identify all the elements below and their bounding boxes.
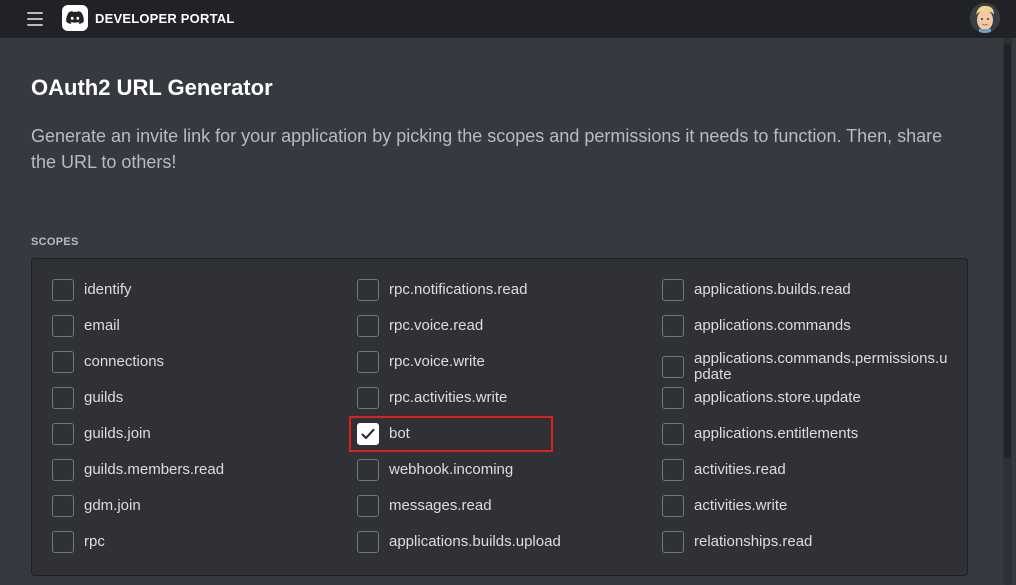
scope-label: bot — [389, 425, 410, 442]
scope-option[interactable]: connections — [52, 351, 344, 373]
scope-checkbox[interactable] — [52, 279, 74, 301]
scope-checkbox[interactable] — [662, 315, 684, 337]
scope-label: rpc — [84, 533, 105, 550]
scope-option[interactable]: applications.entitlements — [662, 423, 954, 445]
scope-option[interactable]: guilds — [52, 387, 344, 409]
scope-option[interactable]: relationships.read — [662, 531, 954, 553]
scope-checkbox[interactable] — [662, 279, 684, 301]
scope-label: applications.builds.upload — [389, 533, 561, 550]
scope-checkbox[interactable] — [357, 459, 379, 481]
scope-checkbox[interactable] — [357, 495, 379, 517]
scope-checkbox[interactable] — [662, 356, 684, 378]
scope-option[interactable]: rpc — [52, 531, 344, 553]
scope-checkbox[interactable] — [662, 531, 684, 553]
scope-checkbox[interactable] — [52, 423, 74, 445]
scope-label: applications.entitlements — [694, 425, 859, 442]
scope-option[interactable]: rpc.voice.read — [357, 315, 649, 337]
checkmark-icon — [361, 428, 375, 439]
scope-option[interactable]: email — [52, 315, 344, 337]
scope-option[interactable]: identify — [52, 279, 344, 301]
scope-label: rpc.voice.read — [389, 317, 484, 334]
scope-label: guilds.members.read — [84, 461, 225, 478]
scope-checkbox[interactable] — [52, 459, 74, 481]
scope-checkbox[interactable] — [662, 459, 684, 481]
scope-label: identify — [84, 281, 132, 298]
hamburger-menu-icon[interactable] — [27, 12, 43, 26]
page-title: OAuth2 URL Generator — [31, 75, 273, 100]
scope-option[interactable]: applications.commands — [662, 315, 954, 337]
scope-checkbox[interactable] — [52, 315, 74, 337]
scopes-panel: identify email connections guilds guilds.joi… — [31, 258, 968, 576]
scope-checkbox[interactable] — [357, 279, 379, 301]
scope-label: applications.commands.permissions.update — [694, 350, 948, 383]
scope-label: gdm.join — [84, 497, 141, 514]
scope-label: webhook.incoming — [389, 461, 514, 478]
scope-option[interactable]: gdm.join — [52, 495, 344, 517]
discord-logo-icon[interactable] — [62, 5, 88, 31]
scope-label: activities.write — [694, 497, 788, 514]
scope-label: rpc.voice.write — [389, 353, 485, 370]
scope-option[interactable]: activities.read — [662, 459, 954, 481]
scope-checkbox[interactable] — [52, 387, 74, 409]
scope-checkbox[interactable] — [357, 351, 379, 373]
scope-option[interactable]: applications.store.update — [662, 387, 954, 409]
scope-option[interactable]: messages.read — [357, 495, 649, 517]
scope-option[interactable]: applications.builds.upload — [357, 531, 649, 553]
scope-label: connections — [84, 353, 165, 370]
scope-option[interactable]: bot — [357, 423, 649, 445]
scope-label: guilds — [84, 389, 124, 406]
page-description: Generate an invite link for your applica… — [31, 126, 943, 172]
scope-option[interactable]: guilds.join — [52, 423, 344, 445]
scope-label: applications.store.update — [694, 389, 861, 406]
scope-label: rpc.activities.write — [389, 389, 508, 406]
scope-option[interactable]: rpc.notifications.read — [357, 279, 649, 301]
scope-option[interactable]: applications.builds.read — [662, 279, 954, 301]
top-navigation-bar: DEVELOPER PORTAL — [0, 0, 1016, 38]
user-avatar[interactable] — [970, 3, 1000, 33]
scope-label: relationships.read — [694, 533, 813, 550]
scope-label: messages.read — [389, 497, 492, 514]
scope-label: applications.builds.read — [694, 281, 851, 298]
scope-label: guilds.join — [84, 425, 151, 442]
scope-label: applications.commands — [694, 317, 851, 334]
scope-checkbox[interactable] — [662, 495, 684, 517]
scope-checkbox[interactable] — [52, 495, 74, 517]
scope-checkbox[interactable] — [357, 531, 379, 553]
scope-checkbox[interactable] — [357, 423, 379, 445]
scope-option[interactable]: rpc.activities.write — [357, 387, 649, 409]
brand-title[interactable]: DEVELOPER PORTAL — [95, 11, 234, 26]
scope-label: email — [84, 317, 120, 334]
scope-checkbox[interactable] — [52, 531, 74, 553]
scope-checkbox[interactable] — [357, 315, 379, 337]
scrollbar-thumb[interactable] — [1004, 44, 1011, 458]
scope-option[interactable]: applications.commands.permissions.update — [662, 351, 954, 383]
scope-label: rpc.notifications.read — [389, 281, 528, 298]
scope-checkbox[interactable] — [52, 351, 74, 373]
scope-option[interactable]: guilds.members.read — [52, 459, 344, 481]
scopes-section-label: SCOPES — [31, 236, 79, 248]
scope-option[interactable]: rpc.voice.write — [357, 351, 649, 373]
scope-checkbox[interactable] — [662, 423, 684, 445]
scope-checkbox[interactable] — [662, 387, 684, 409]
scope-option[interactable]: activities.write — [662, 495, 954, 517]
scope-option[interactable]: webhook.incoming — [357, 459, 649, 481]
scope-label: activities.read — [694, 461, 786, 478]
scope-checkbox[interactable] — [357, 387, 379, 409]
